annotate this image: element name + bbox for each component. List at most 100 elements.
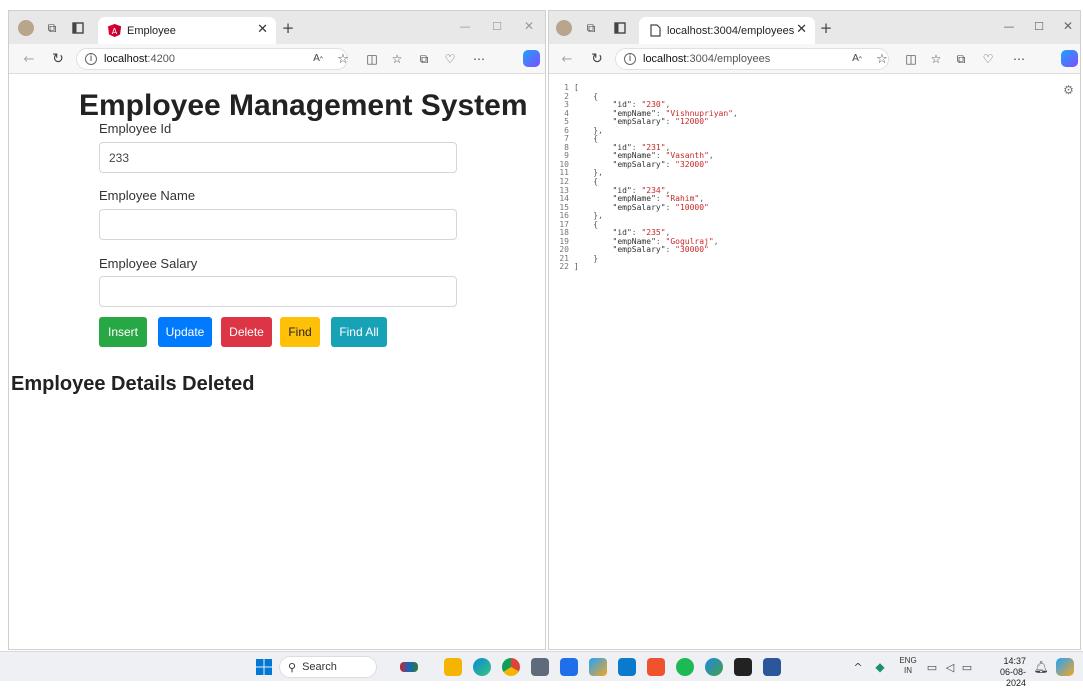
camera-icon[interactable]	[531, 658, 549, 676]
copilot-icon[interactable]	[1061, 50, 1078, 67]
split-screen-icon[interactable]: ◫	[365, 52, 379, 66]
back-icon[interactable]: ←	[559, 51, 575, 67]
employee-name-input[interactable]	[99, 209, 457, 240]
chrome-icon[interactable]	[502, 658, 520, 676]
json-key: "empSalary"	[612, 159, 666, 169]
json-string-value: "10000"	[675, 202, 709, 212]
address-toolbar: ← ↻ i localhost:4200 Aᴬ ☆ ◫ ☆ ⧉ ♡ ⋯	[9, 44, 545, 74]
tab-employees-json[interactable]: localhost:3004/employees ✕	[639, 17, 815, 44]
page-icon	[649, 24, 661, 37]
find-all-button[interactable]: Find All	[331, 317, 387, 347]
battery-icon[interactable]: ▭	[960, 660, 974, 674]
settings-gear-icon[interactable]: ⚙	[1062, 83, 1075, 96]
json-comma: ,	[708, 151, 714, 161]
address-bar[interactable]: i localhost:3004/employees	[615, 48, 889, 70]
right-browser-window: ⧉ localhost:3004/employees ✕ + — ☐ ✕ ← ↻…	[548, 10, 1081, 650]
edge-beta-icon[interactable]	[705, 658, 723, 676]
employee-salary-label: Employee Salary	[99, 256, 198, 271]
lang-top: ENG	[899, 656, 917, 665]
tab-actions-icon[interactable]	[70, 20, 86, 36]
insert-button[interactable]: Insert	[99, 317, 147, 347]
favorites-icon[interactable]: ☆	[929, 52, 943, 66]
json-key: "empSalary"	[612, 202, 666, 212]
word-icon[interactable]	[763, 658, 781, 676]
notifications-bell-icon[interactable]: 🔔︎	[1033, 660, 1048, 674]
employee-id-input[interactable]: 233	[99, 142, 457, 173]
profile-avatar-icon[interactable]	[18, 20, 34, 36]
more-icon[interactable]: ⋯	[1012, 52, 1026, 66]
volume-icon[interactable]: ◁	[943, 660, 957, 674]
json-punctuation: ]	[574, 262, 579, 272]
tab-employee[interactable]: A Employee ✕	[98, 17, 276, 44]
refresh-icon[interactable]: ↻	[589, 51, 605, 67]
extensions-icon[interactable]: ♡	[443, 52, 457, 66]
brave-icon[interactable]	[647, 658, 665, 676]
info-icon[interactable]: i	[85, 53, 97, 65]
profile-avatar-icon[interactable]	[556, 20, 572, 36]
new-tab-icon[interactable]: +	[281, 20, 295, 35]
employee-name-label: Employee Name	[99, 188, 196, 203]
workspaces-icon[interactable]: ⧉	[583, 20, 599, 36]
info-icon[interactable]: i	[624, 53, 636, 65]
angular-favicon-icon: A	[108, 24, 121, 37]
tray-app-icon[interactable]: ◆	[873, 660, 887, 674]
json-key: "empSalary"	[612, 117, 666, 127]
widgets-icon[interactable]	[400, 662, 418, 672]
vscode-icon[interactable]	[618, 658, 636, 676]
read-aloud-icon[interactable]: Aᴬ	[850, 52, 864, 66]
delete-button[interactable]: Delete	[221, 317, 272, 347]
json-comma: ,	[732, 108, 738, 118]
close-window-icon[interactable]: ✕	[522, 19, 536, 33]
tab-actions-icon[interactable]	[612, 20, 628, 36]
copilot-taskbar-icon[interactable]	[1056, 658, 1074, 676]
back-icon[interactable]: ←	[21, 51, 37, 67]
edge-icon[interactable]	[473, 658, 491, 676]
employee-salary-input[interactable]	[99, 276, 457, 307]
status-message: Employee Details Deleted	[11, 373, 255, 395]
clock-time: 14:37	[1003, 656, 1026, 666]
close-tab-icon[interactable]: ✕	[796, 22, 807, 37]
url-text: localhost:3004/employees	[643, 53, 771, 65]
clock[interactable]: 14:37 06-08-2024	[980, 656, 1026, 689]
json-line: 22]	[555, 263, 738, 272]
maximize-icon[interactable]: ☐	[490, 19, 504, 33]
collections-icon[interactable]: ⧉	[954, 52, 968, 66]
language-indicator[interactable]: ENG IN	[897, 656, 919, 676]
workspaces-icon[interactable]: ⧉	[44, 20, 60, 36]
taskbar-search[interactable]: ⚲ Search	[279, 656, 377, 678]
extensions-icon[interactable]: ♡	[981, 52, 995, 66]
copilot-icon[interactable]	[589, 658, 607, 676]
clock-date: 06-08-2024	[999, 667, 1026, 688]
copilot-icon[interactable]	[523, 50, 540, 67]
json-string-value: "12000"	[675, 117, 709, 127]
json-string-value: "32000"	[675, 159, 709, 169]
tab-title: Employee	[127, 24, 176, 37]
maximize-icon[interactable]: ☐	[1032, 19, 1046, 33]
close-tab-icon[interactable]: ✕	[257, 22, 268, 37]
update-button[interactable]: Update	[158, 317, 212, 347]
new-tab-icon[interactable]: +	[819, 20, 833, 35]
spotify-icon[interactable]	[676, 658, 694, 676]
store-icon[interactable]	[560, 658, 578, 676]
network-icon[interactable]: ▭	[925, 660, 939, 674]
terminal-icon[interactable]	[734, 658, 752, 676]
split-screen-icon[interactable]: ◫	[904, 52, 918, 66]
favorites-icon[interactable]: ☆	[390, 52, 404, 66]
close-window-icon[interactable]: ✕	[1061, 19, 1075, 33]
start-icon[interactable]	[256, 659, 272, 675]
address-bar[interactable]: i localhost:4200	[76, 48, 348, 70]
refresh-icon[interactable]: ↻	[50, 51, 66, 67]
collections-icon[interactable]: ⧉	[417, 52, 431, 66]
minimize-icon[interactable]: —	[458, 19, 472, 33]
read-aloud-icon[interactable]: Aᴬ	[311, 52, 325, 66]
minimize-icon[interactable]: —	[1002, 19, 1016, 33]
favorite-star-icon[interactable]: ☆	[875, 52, 889, 66]
favorite-star-icon[interactable]: ☆	[336, 52, 350, 66]
file-explorer-icon[interactable]	[444, 658, 462, 676]
json-colon: :	[665, 117, 676, 127]
find-button[interactable]: Find	[280, 317, 320, 347]
more-icon[interactable]: ⋯	[472, 52, 486, 66]
page-title: Employee Management System	[79, 89, 528, 122]
line-number: 22	[559, 262, 569, 272]
show-hidden-icons-icon[interactable]: ^	[852, 661, 864, 673]
